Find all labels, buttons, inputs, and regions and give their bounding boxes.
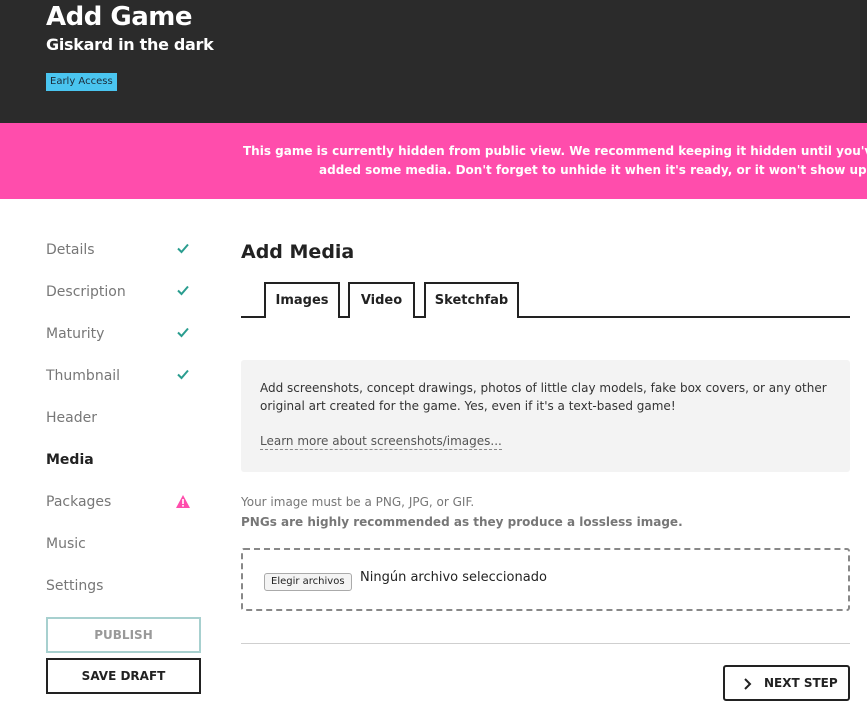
checkmark-icon bbox=[177, 243, 189, 254]
chevron-right-icon bbox=[744, 678, 752, 690]
page-title: Add Game bbox=[46, 2, 193, 32]
notice-text-line-1: This game is currently hidden from publi… bbox=[243, 144, 867, 158]
sidebar-item-label: Maturity bbox=[46, 326, 105, 342]
hidden-notice-banner: This game is currently hidden from publi… bbox=[0, 123, 867, 199]
sidebar-item-label: Details bbox=[46, 242, 95, 258]
choose-files-button[interactable]: Elegir archivos bbox=[264, 573, 352, 591]
sidebar-item-header[interactable]: Header bbox=[46, 408, 196, 430]
png-recommendation-text: PNGs are highly recommended as they prod… bbox=[241, 515, 683, 529]
sidebar-item-details[interactable]: Details bbox=[46, 240, 196, 262]
tab-images[interactable]: Images bbox=[264, 282, 340, 318]
publish-button[interactable]: PUBLISH bbox=[46, 617, 201, 653]
page-header: Add Game Giskard in the dark Early Acces… bbox=[0, 0, 867, 123]
sidebar-item-media[interactable]: Media bbox=[46, 450, 196, 472]
learn-more-link[interactable]: Learn more about screenshots/images... bbox=[260, 434, 502, 450]
format-requirement-text: Your image must be a PNG, JPG, or GIF. bbox=[241, 495, 475, 509]
file-status-text: Ningún archivo seleccionado bbox=[360, 570, 547, 585]
sidebar-item-packages[interactable]: Packages bbox=[46, 492, 196, 514]
sidebar-item-description[interactable]: Description bbox=[46, 282, 196, 304]
checkmark-icon bbox=[177, 369, 189, 380]
sidebar-item-label: Media bbox=[46, 452, 94, 468]
sidebar-item-label: Thumbnail bbox=[46, 368, 121, 384]
warning-icon bbox=[176, 495, 190, 508]
file-drop-zone[interactable]: Elegir archivos Ningún archivo seleccion… bbox=[241, 548, 850, 611]
game-name: Giskard in the dark bbox=[46, 35, 214, 54]
save-draft-button[interactable]: SAVE DRAFT bbox=[46, 658, 201, 694]
tab-sketchfab[interactable]: Sketchfab bbox=[424, 282, 519, 318]
section-title: Add Media bbox=[241, 241, 355, 263]
status-badge: Early Access bbox=[46, 73, 117, 91]
checkmark-icon bbox=[177, 327, 189, 338]
sidebar-item-music[interactable]: Music bbox=[46, 534, 196, 556]
info-text: Add screenshots, concept drawings, photo… bbox=[260, 381, 827, 413]
sidebar-item-label: Music bbox=[46, 536, 86, 552]
next-step-label: NEXT STEP bbox=[764, 676, 838, 690]
checkmark-icon bbox=[177, 285, 189, 296]
media-info-box: Add screenshots, concept drawings, photo… bbox=[241, 360, 850, 472]
sidebar-item-label: Settings bbox=[46, 578, 104, 594]
sidebar-item-maturity[interactable]: Maturity bbox=[46, 324, 196, 346]
sidebar-item-settings[interactable]: Settings bbox=[46, 576, 196, 598]
tab-video[interactable]: Video bbox=[348, 282, 415, 318]
next-step-button[interactable]: NEXT STEP bbox=[723, 665, 850, 701]
sidebar-item-label: Description bbox=[46, 284, 126, 300]
divider bbox=[241, 643, 850, 644]
sidebar-item-label: Packages bbox=[46, 494, 112, 510]
sidebar-item-thumbnail[interactable]: Thumbnail bbox=[46, 366, 196, 388]
sidebar-item-label: Header bbox=[46, 410, 97, 426]
notice-text-line-2: added some media. Don't forget to unhide… bbox=[319, 163, 867, 177]
